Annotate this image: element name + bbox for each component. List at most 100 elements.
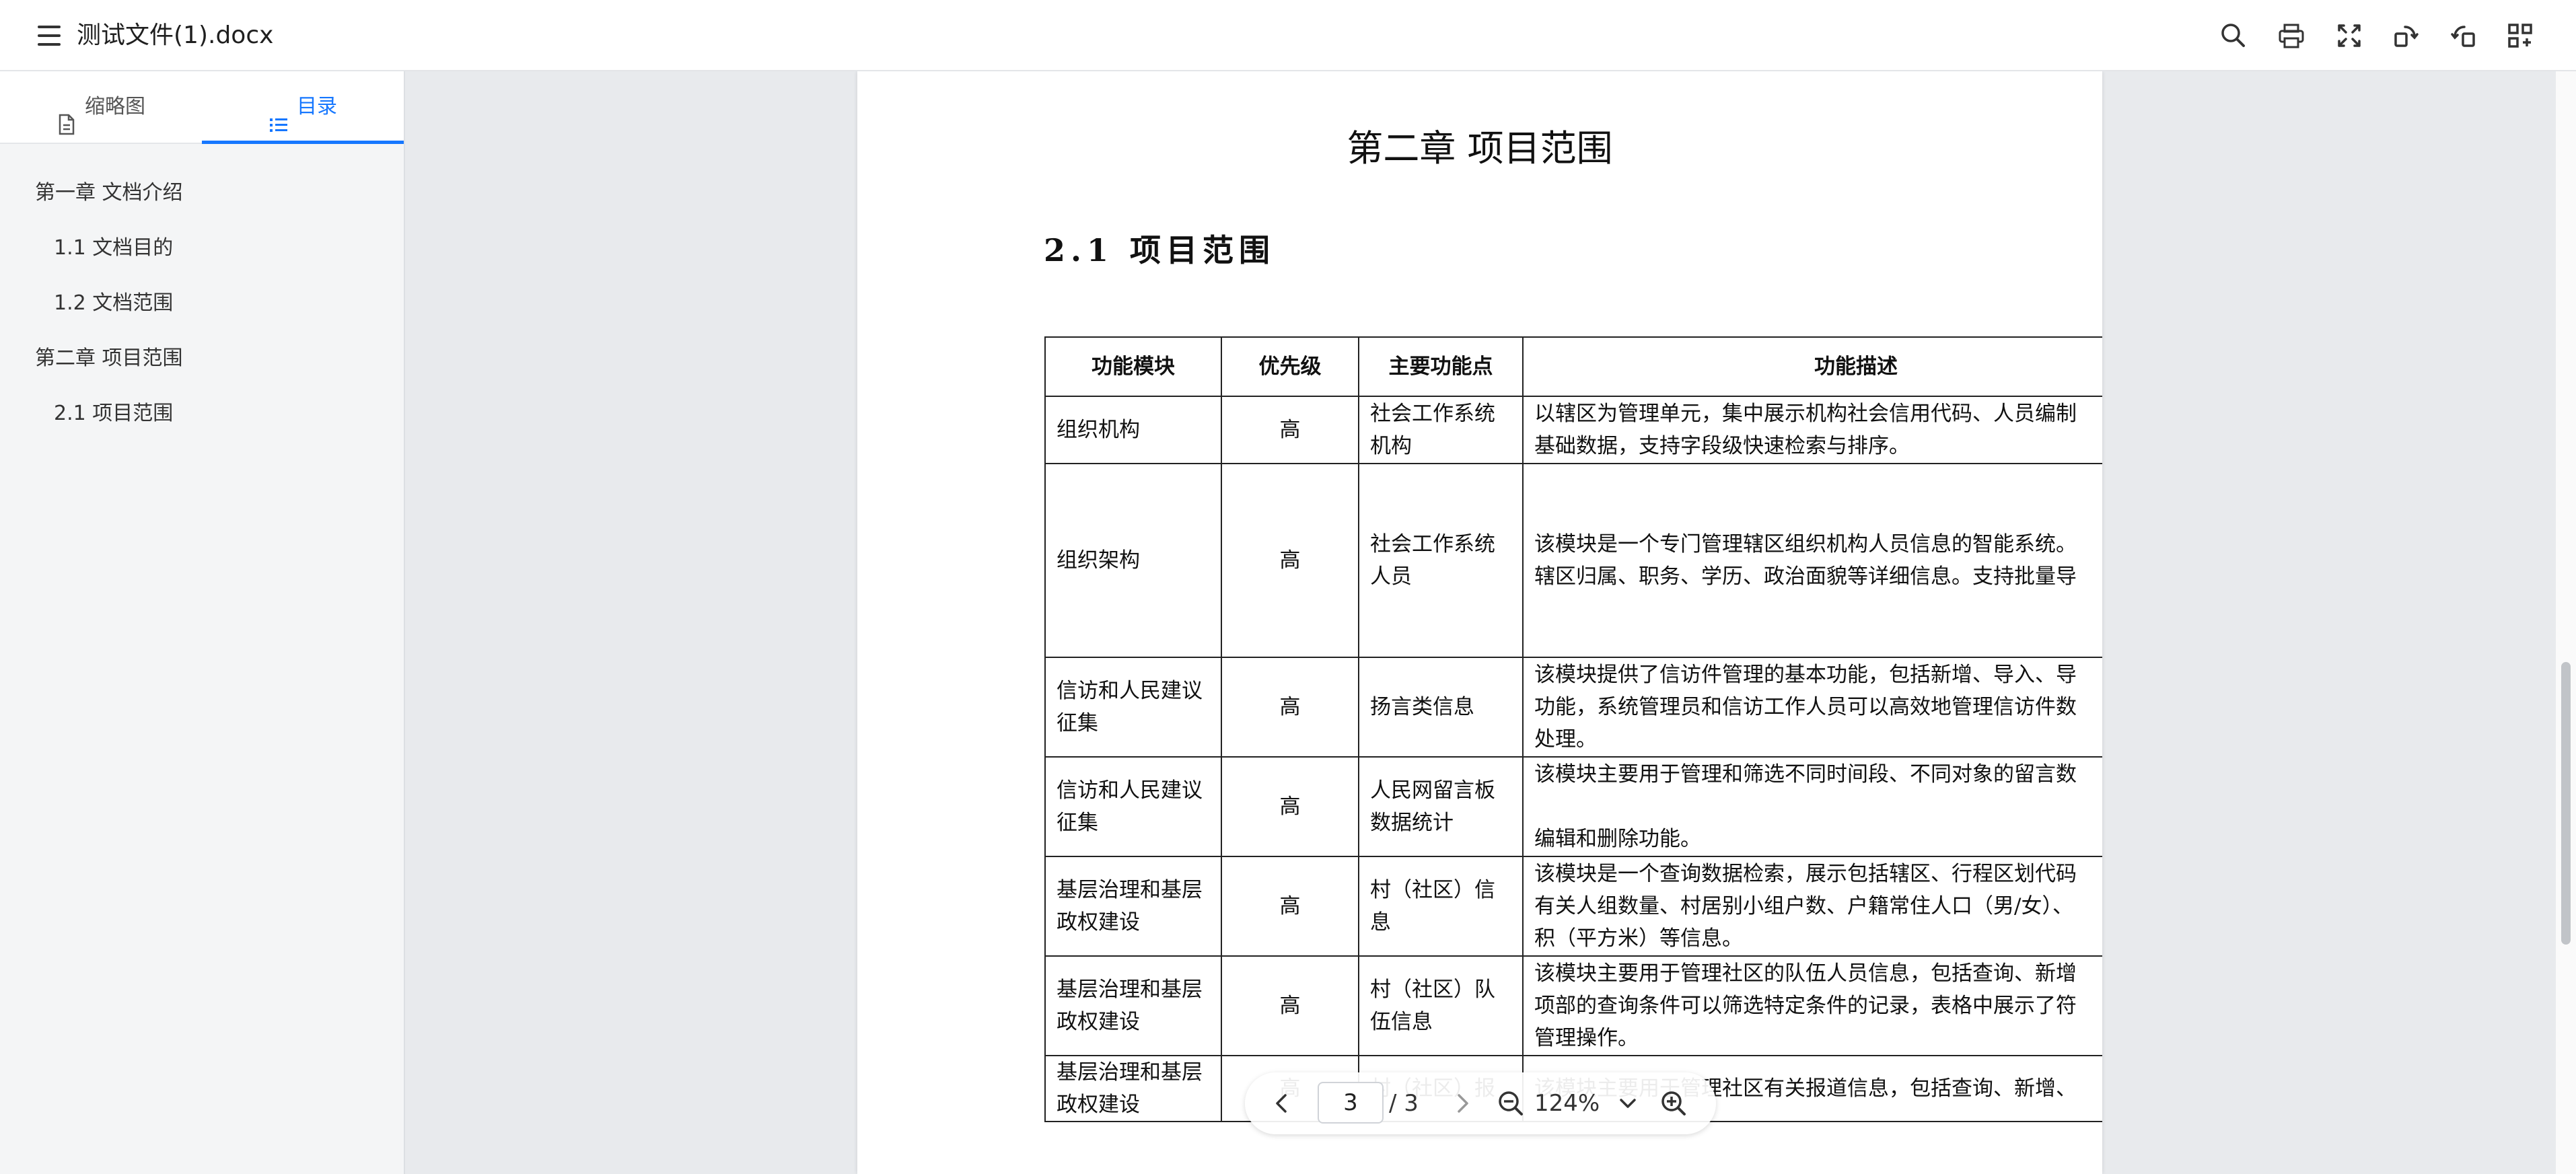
table-row: 组织架构高社会工作系统 人员 该模块是一个专门管理辖区组织机构人员信息的智能系统。辖… [1044, 463, 2102, 658]
requirements-table: 功能模块 优先级 主要功能点 功能描述 组织机构高社会工作系统 机构 以辖区为管理单… [1044, 336, 2102, 1122]
table-row: 信访和人民建议 征集高人民网留言板 数据统计 该模块主要用于管理和筛选不同时间段、不同… [1044, 756, 2102, 857]
cell-description-line: 该模块是一个专门管理辖区组织机构人员信息的智能系统。 [1534, 532, 2077, 556]
table-row: 基层治理和基层 政权建设高村（社区）信息该模块是一个查询数据检索，展示包括辖区、行… [1044, 856, 2102, 957]
cell-description-line: 有关人组数量、村居别小组户数、户籍常住人口（男/女）、 [1534, 894, 2073, 918]
cell-description-line: 管理操作。 [1534, 1026, 1639, 1050]
search-icon[interactable] [2217, 19, 2250, 52]
cell-module: 基层治理和基层 政权建设 [1044, 955, 1222, 1056]
cell-function-point: 社会工作系统 人员 [1358, 463, 1524, 658]
toc-item-1-2[interactable]: 1.2 文档范围 [0, 276, 404, 331]
page-number-input[interactable] [1318, 1082, 1384, 1124]
cell-function-point-line: 息 [1370, 910, 1391, 934]
tab-thumbnails-label: 缩略图 [85, 95, 145, 118]
cell-priority: 高 [1221, 756, 1359, 857]
section-title: 2.1 项目范围 [1044, 232, 1276, 268]
chevron-down-icon[interactable] [1611, 1087, 1645, 1120]
cell-function-point-line: 村（社区）队 [1370, 978, 1495, 1002]
cell-function-point: 人民网留言板 数据统计 [1358, 756, 1524, 857]
toc-item-chapter-1[interactable]: 第一章 文档介绍 [0, 166, 404, 221]
page-navigator: / 3 124% [1245, 1072, 1716, 1134]
toc-item-2-1[interactable]: 2.1 项目范围 [0, 386, 404, 441]
header-description: 功能描述 [1522, 336, 2102, 397]
cell-function-point-line: 人民网留言板 [1370, 778, 1495, 803]
cell-function-point-line: 人员 [1370, 564, 1412, 589]
cell-module: 基层治理和基层 政权建设 [1044, 856, 1222, 957]
cell-module-line: 基层治理和基层 [1057, 978, 1203, 1002]
document-icon [57, 94, 77, 135]
table-row: 基层治理和基层 政权建设高村（社区）队 伍信息 该模块主要用于管理社区的队伍人员信息，… [1044, 955, 2102, 1056]
cell-module-line: 组织架构 [1057, 548, 1140, 573]
print-icon[interactable] [2275, 19, 2308, 52]
cell-module: 信访和人民建议 征集 [1044, 756, 1222, 857]
document-viewer: 第二章 项目范围 2.1 项目范围 功能模块 优先级 主要功能点 功能描述 组织… [405, 71, 2556, 1174]
document-title: 测试文件(1).docx [77, 22, 274, 49]
cell-description-line: 以辖区为管理单元，集中展示机构社会信用代码、人员编制 [1534, 402, 2077, 426]
cell-module: 基层治理和基层 政权建设 [1044, 1055, 1222, 1122]
sidebar-tabs: 缩略图 目录 [0, 71, 404, 144]
tab-toc[interactable]: 目录 [202, 71, 404, 144]
table-row: 组织机构高社会工作系统 机构 以辖区为管理单元，集中展示机构社会信用代码、人员编制基… [1044, 396, 2102, 464]
cell-module-line: 政权建设 [1057, 1093, 1140, 1117]
vertical-scrollbar[interactable] [2556, 71, 2576, 1174]
rotate-left-icon[interactable] [2447, 19, 2480, 52]
sidebar: 缩略图 目录 第一章 文档介绍 1.1 文档目的 1.2 文档范围 第二章 项目… [0, 71, 405, 1174]
cell-description: 该模块主要用于管理和筛选不同时间段、不同对象的留言数 编辑和删除功能。 [1522, 756, 2102, 857]
previous-page-icon[interactable] [1265, 1087, 1299, 1120]
zoom-level[interactable]: 124% [1534, 1086, 1600, 1121]
cell-function-point-line: 社会工作系统 [1370, 532, 1495, 556]
cell-function-point: 扬言类信息 [1358, 657, 1524, 758]
cell-description: 该模块是一个查询数据检索，展示包括辖区、行程区划代码 有关人组数量、村居别小组户数… [1522, 856, 2102, 957]
header-point: 主要功能点 [1358, 336, 1524, 397]
cell-description-line: 基础数据，支持字段级快速检索与排序。 [1534, 434, 1910, 458]
cell-module-line: 基层治理和基层 [1057, 1060, 1203, 1085]
zoom-out-icon[interactable] [1494, 1087, 1528, 1120]
cell-description-line: 积（平方米）等信息。 [1534, 926, 1743, 951]
cell-function-point: 村（社区）信息 [1358, 856, 1524, 957]
table-row: 信访和人民建议 征集高扬言类信息 该模块提供了信访件管理的基本功能，包括新增、导入、… [1044, 657, 2102, 758]
toc-item-1-1[interactable]: 1.1 文档目的 [0, 221, 404, 276]
cell-module-line: 征集 [1057, 811, 1098, 835]
cell-description: 该模块是一个专门管理辖区组织机构人员信息的智能系统。 辖区归属、职务、学历、政治面… [1522, 463, 2102, 658]
header-module: 功能模块 [1044, 336, 1222, 397]
cell-function-point-line: 社会工作系统 [1370, 402, 1495, 426]
top-bar: 测试文件(1).docx [0, 0, 2576, 71]
cell-module-line: 基层治理和基层 [1057, 878, 1203, 902]
cell-description-line: 编辑和删除功能。 [1534, 827, 1701, 851]
tab-toc-label: 目录 [297, 95, 337, 118]
cell-module: 组织架构 [1044, 463, 1222, 658]
cell-description-line: 项部的查询条件可以筛选特定条件的记录，表格中展示了符 [1534, 994, 2077, 1018]
fullscreen-icon[interactable] [2332, 19, 2366, 52]
table-of-contents: 第一章 文档介绍 1.1 文档目的 1.2 文档范围 第二章 项目范围 2.1 … [0, 166, 404, 441]
list-icon [269, 94, 289, 132]
cell-description-line: 该模块主要用于管理和筛选不同时间段、不同对象的留言数 [1534, 762, 2077, 786]
cell-description: 该模块提供了信访件管理的基本功能，包括新增、导入、导 功能，系统管理员和信访工作人… [1522, 657, 2102, 758]
cell-module: 信访和人民建议 征集 [1044, 657, 1222, 758]
cell-description: 该模块主要用于管理社区的队伍人员信息，包括查询、新增 项部的查询条件可以筛选特定条… [1522, 955, 2102, 1056]
cell-priority: 高 [1221, 856, 1359, 957]
toc-item-chapter-2[interactable]: 第二章 项目范围 [0, 331, 404, 386]
tab-thumbnails[interactable]: 缩略图 [0, 71, 202, 143]
rotate-right-icon[interactable] [2389, 19, 2423, 52]
cell-description-line: 该模块是一个查询数据检索，展示包括辖区、行程区划代码 [1534, 862, 2077, 886]
cell-function-point-line: 村（社区）信 [1370, 878, 1495, 902]
table-header-row: 功能模块 优先级 主要功能点 功能描述 [1044, 336, 2102, 397]
cell-priority: 高 [1221, 955, 1359, 1056]
chapter-title: 第二章 项目范围 [1347, 127, 1613, 170]
next-page-icon[interactable] [1445, 1087, 1479, 1120]
cell-description-line [1534, 791, 2102, 823]
layout-icon[interactable] [2503, 19, 2537, 52]
cell-module-line: 征集 [1057, 711, 1098, 735]
menu-icon[interactable] [34, 20, 65, 51]
cell-priority: 高 [1221, 657, 1359, 758]
cell-description-line: 功能，系统管理员和信访工作人员可以高效地管理信访件数 [1534, 695, 2077, 719]
cell-function-point-line: 机构 [1370, 434, 1412, 458]
zoom-in-icon[interactable] [1657, 1087, 1690, 1120]
scrollbar-thumb[interactable] [2561, 662, 2571, 945]
cell-description-line: 处理。 [1534, 727, 1597, 751]
cell-module-line: 政权建设 [1057, 1010, 1140, 1034]
cell-module: 组织机构 [1044, 396, 1222, 464]
cell-function-point: 社会工作系统 机构 [1358, 396, 1524, 464]
cell-function-point: 村（社区）队 伍信息 [1358, 955, 1524, 1056]
cell-description-line: 辖区归属、职务、学历、政治面貌等详细信息。支持批量导 [1534, 564, 2077, 589]
header-priority: 优先级 [1221, 336, 1359, 397]
